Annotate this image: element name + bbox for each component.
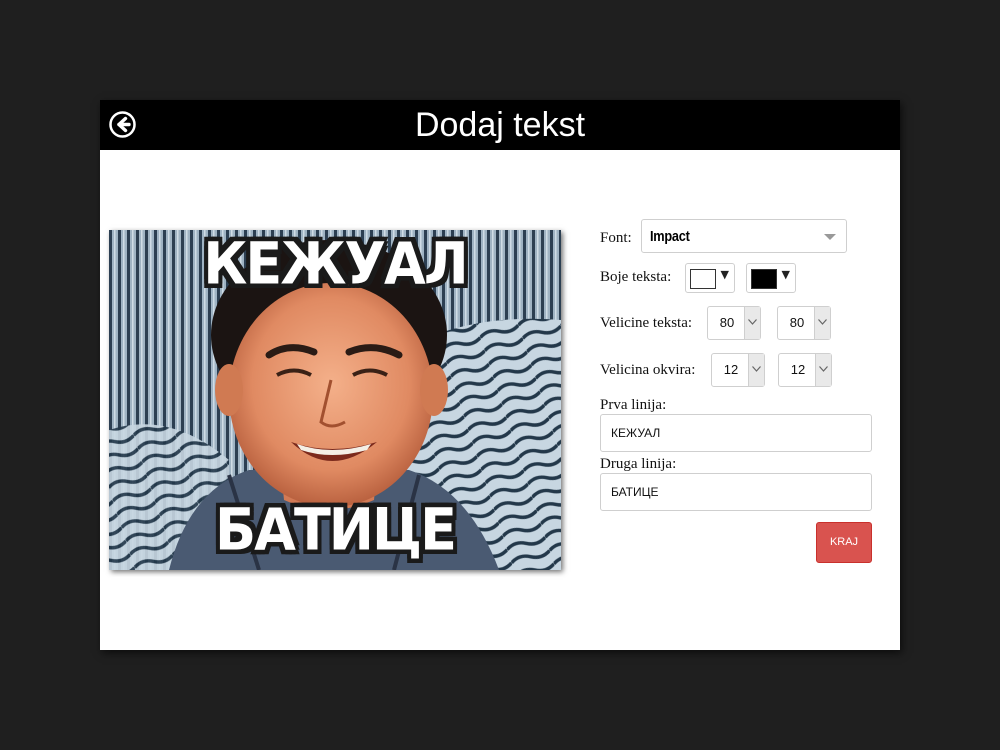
dialog-header: Dodaj tekst [100,100,900,150]
text-colors-label: Boje teksta: [600,269,672,285]
meme-bottom-text: БАТИЦЕ [215,495,457,564]
chevron-down-icon [824,234,836,240]
text-size-spinner-1[interactable]: 80 [707,306,761,340]
font-select[interactable]: Impact [641,219,847,253]
color-swatch-black [751,269,777,289]
text-size-label: Velicine teksta: [600,315,693,331]
chevron-down-icon [819,366,828,372]
border-size-spinner-1[interactable]: 12 [711,353,765,387]
chevron-down-icon [752,366,761,372]
dropdown-arrow-icon: ▼ [781,268,790,281]
meme-top-text: КЕЖУАЛ [203,230,468,298]
dialog-title: Dodaj tekst [414,106,586,144]
spinner-button[interactable] [744,307,760,339]
spinner-button[interactable] [815,354,831,386]
text-color-picker-2[interactable]: ▼ [746,263,796,293]
text-size-value-1: 80 [719,315,735,330]
second-line-input[interactable]: БАТИЦЕ [600,473,872,511]
text-color-picker-1[interactable]: ▼ [685,263,735,293]
color-swatch-white [690,269,716,289]
spinner-button[interactable] [748,354,764,386]
second-line-label: Druga linija: [600,456,677,472]
font-select-value: Impact [650,228,690,245]
border-size-value-2: 12 [790,362,806,377]
meme-preview: КЕЖУАЛ БАТИЦЕ [109,230,561,570]
border-size-label: Velicina okvira: [600,362,696,378]
text-size-value-2: 80 [789,315,805,330]
chevron-down-icon [748,319,757,325]
finish-button[interactable]: KRAJ [816,522,872,563]
spinner-button[interactable] [814,307,830,339]
font-label: Font: [600,230,632,246]
chevron-down-icon [818,319,827,325]
text-size-spinner-2[interactable]: 80 [777,306,831,340]
border-size-value-1: 12 [723,362,739,377]
first-line-label: Prva linija: [600,397,667,413]
dropdown-arrow-icon: ▼ [720,268,729,281]
border-size-spinner-2[interactable]: 12 [778,353,832,387]
first-line-input[interactable]: КЕЖУАЛ [600,414,872,452]
